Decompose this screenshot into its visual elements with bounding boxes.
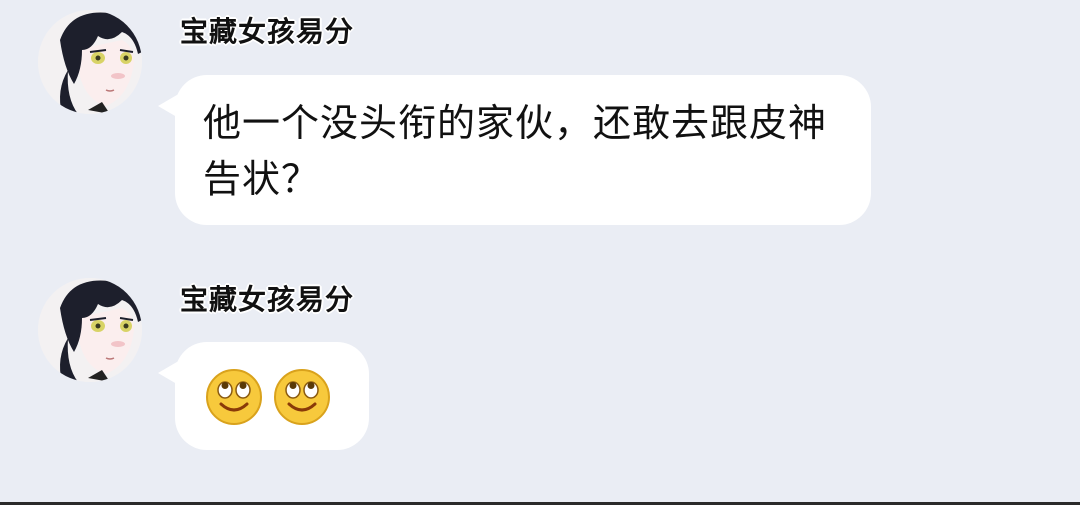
sender-name: 宝藏女孩易分: [180, 15, 355, 48]
chat-message: 宝藏女孩易分 他一个没头衔的家伙，还敢去跟皮神告状？: [0, 0, 1080, 240]
message-text: 他一个没头衔的家伙，还敢去跟皮神告状？: [203, 101, 828, 201]
sender-name: 宝藏女孩易分: [180, 283, 355, 316]
message-bubble[interactable]: 他一个没头衔的家伙，还敢去跟皮神告状？: [175, 75, 871, 225]
anime-boy-avatar-icon[interactable]: [38, 278, 142, 382]
anime-boy-avatar-icon[interactable]: [38, 10, 142, 114]
rolling-eyes-smile-icon: [206, 369, 262, 425]
chat-message: 宝藏女孩易分: [0, 265, 1080, 465]
rolling-eyes-smile-icon: [274, 369, 330, 425]
message-bubble[interactable]: [175, 342, 369, 450]
